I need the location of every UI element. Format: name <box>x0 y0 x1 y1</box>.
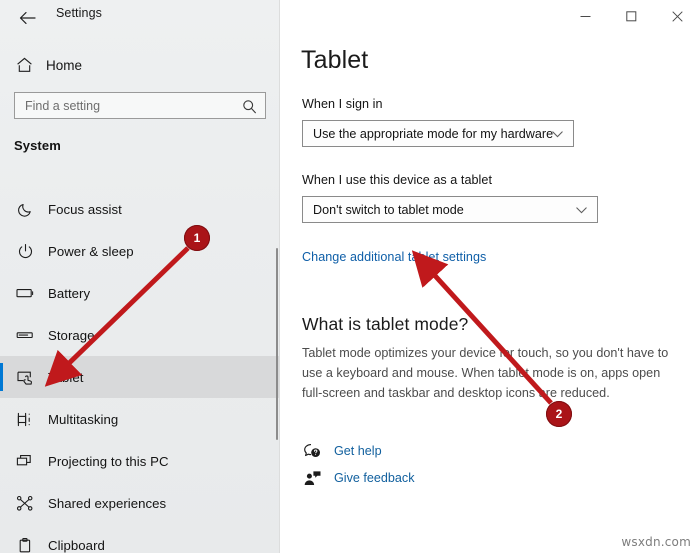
sidebar-item-storage[interactable]: Storage <box>0 314 280 356</box>
help-question-bubble-icon <box>302 441 322 461</box>
sidebar-item-label: Shared experiences <box>48 495 167 511</box>
sidebar-item-label: Projecting to this PC <box>48 453 169 469</box>
sidebar-group-header: System <box>14 138 61 153</box>
content-pane: Tablet When I sign in Use the appropriat… <box>280 0 700 553</box>
storage-icon <box>14 324 36 346</box>
when-i-use-device-as-tablet-label: When I use this device as a tablet <box>302 173 493 187</box>
clipboard-icon <box>14 534 36 553</box>
sidebar-item-multitasking[interactable]: Multitasking <box>0 398 280 440</box>
sidebar-item-label: Tablet <box>48 369 84 385</box>
get-help-link[interactable]: Get help <box>302 440 382 462</box>
annotation-badge-1: 1 <box>184 225 210 251</box>
app-title: Settings <box>56 6 102 20</box>
search-box[interactable] <box>14 92 266 119</box>
sidebar-item-clipboard[interactable]: Clipboard <box>0 524 280 553</box>
watermark: wsxdn.com <box>621 535 691 549</box>
tablet-icon <box>14 366 36 388</box>
sidebar-item-label: Focus assist <box>48 201 122 217</box>
home-icon <box>14 55 34 75</box>
sidebar-item-home-label: Home <box>46 57 83 73</box>
moon-icon <box>14 198 36 220</box>
when-i-sign-in-label: When I sign in <box>302 97 383 111</box>
when-i-sign-in-dropdown[interactable]: Use the appropriate mode for my hardware <box>302 120 574 147</box>
sidebar-item-tablet[interactable]: Tablet <box>0 356 280 398</box>
sidebar-titlebar: Settings <box>0 0 280 36</box>
sidebar-item-label: Clipboard <box>48 537 105 553</box>
sidebar-item-projecting-to-this-pc[interactable]: Projecting to this PC <box>0 440 280 482</box>
window-controls <box>562 0 700 32</box>
search-icon[interactable] <box>241 98 257 114</box>
tablet-mode-description: Tablet mode optimizes your device for to… <box>302 346 669 400</box>
give-feedback-link[interactable]: Give feedback <box>302 467 415 489</box>
sidebar-nav: Focus assist Power & sleep Battery Stora… <box>0 188 280 553</box>
sidebar: Settings Home System <box>0 0 280 553</box>
maximize-icon[interactable] <box>608 0 654 32</box>
projecting-icon <box>14 450 36 472</box>
chevron-down-icon <box>575 204 588 217</box>
sidebar-item-label: Storage <box>48 327 95 343</box>
share-icon <box>14 492 36 514</box>
sidebar-item-label: Battery <box>48 285 91 301</box>
sidebar-item-focus-assist[interactable]: Focus assist <box>0 188 280 230</box>
selected-accent-bar <box>0 363 3 391</box>
search-input[interactable] <box>25 98 230 113</box>
settings-window: Settings Home System <box>0 0 700 553</box>
dropdown-value: Use the appropriate mode for my hardware <box>313 126 554 141</box>
annotation-badge-2: 2 <box>546 401 572 427</box>
close-icon[interactable] <box>654 0 700 32</box>
sidebar-item-power-and-sleep[interactable]: Power & sleep <box>0 230 280 272</box>
page-title: Tablet <box>301 46 369 74</box>
back-arrow-icon[interactable] <box>12 5 42 31</box>
sidebar-item-label: Multitasking <box>48 411 119 427</box>
change-additional-tablet-settings-link[interactable]: Change additional tablet settings <box>302 250 486 264</box>
power-icon <box>14 240 36 262</box>
sidebar-item-shared-experiences[interactable]: Shared experiences <box>0 482 280 524</box>
sidebar-item-battery[interactable]: Battery <box>0 272 280 314</box>
multitasking-icon <box>14 408 36 430</box>
when-i-use-device-as-tablet-dropdown[interactable]: Don't switch to tablet mode <box>302 196 598 223</box>
dropdown-value: Don't switch to tablet mode <box>313 202 464 217</box>
feedback-person-icon <box>302 468 322 488</box>
give-feedback-label: Give feedback <box>334 471 415 485</box>
chevron-down-icon <box>551 128 564 141</box>
sidebar-item-home[interactable]: Home <box>0 50 280 80</box>
what-is-tablet-mode-heading: What is tablet mode? <box>302 314 469 334</box>
sidebar-item-label: Power & sleep <box>48 243 134 259</box>
sidebar-scrollbar[interactable] <box>276 248 278 440</box>
battery-icon <box>14 282 36 304</box>
get-help-label: Get help <box>334 444 382 458</box>
minimize-icon[interactable] <box>562 0 608 32</box>
